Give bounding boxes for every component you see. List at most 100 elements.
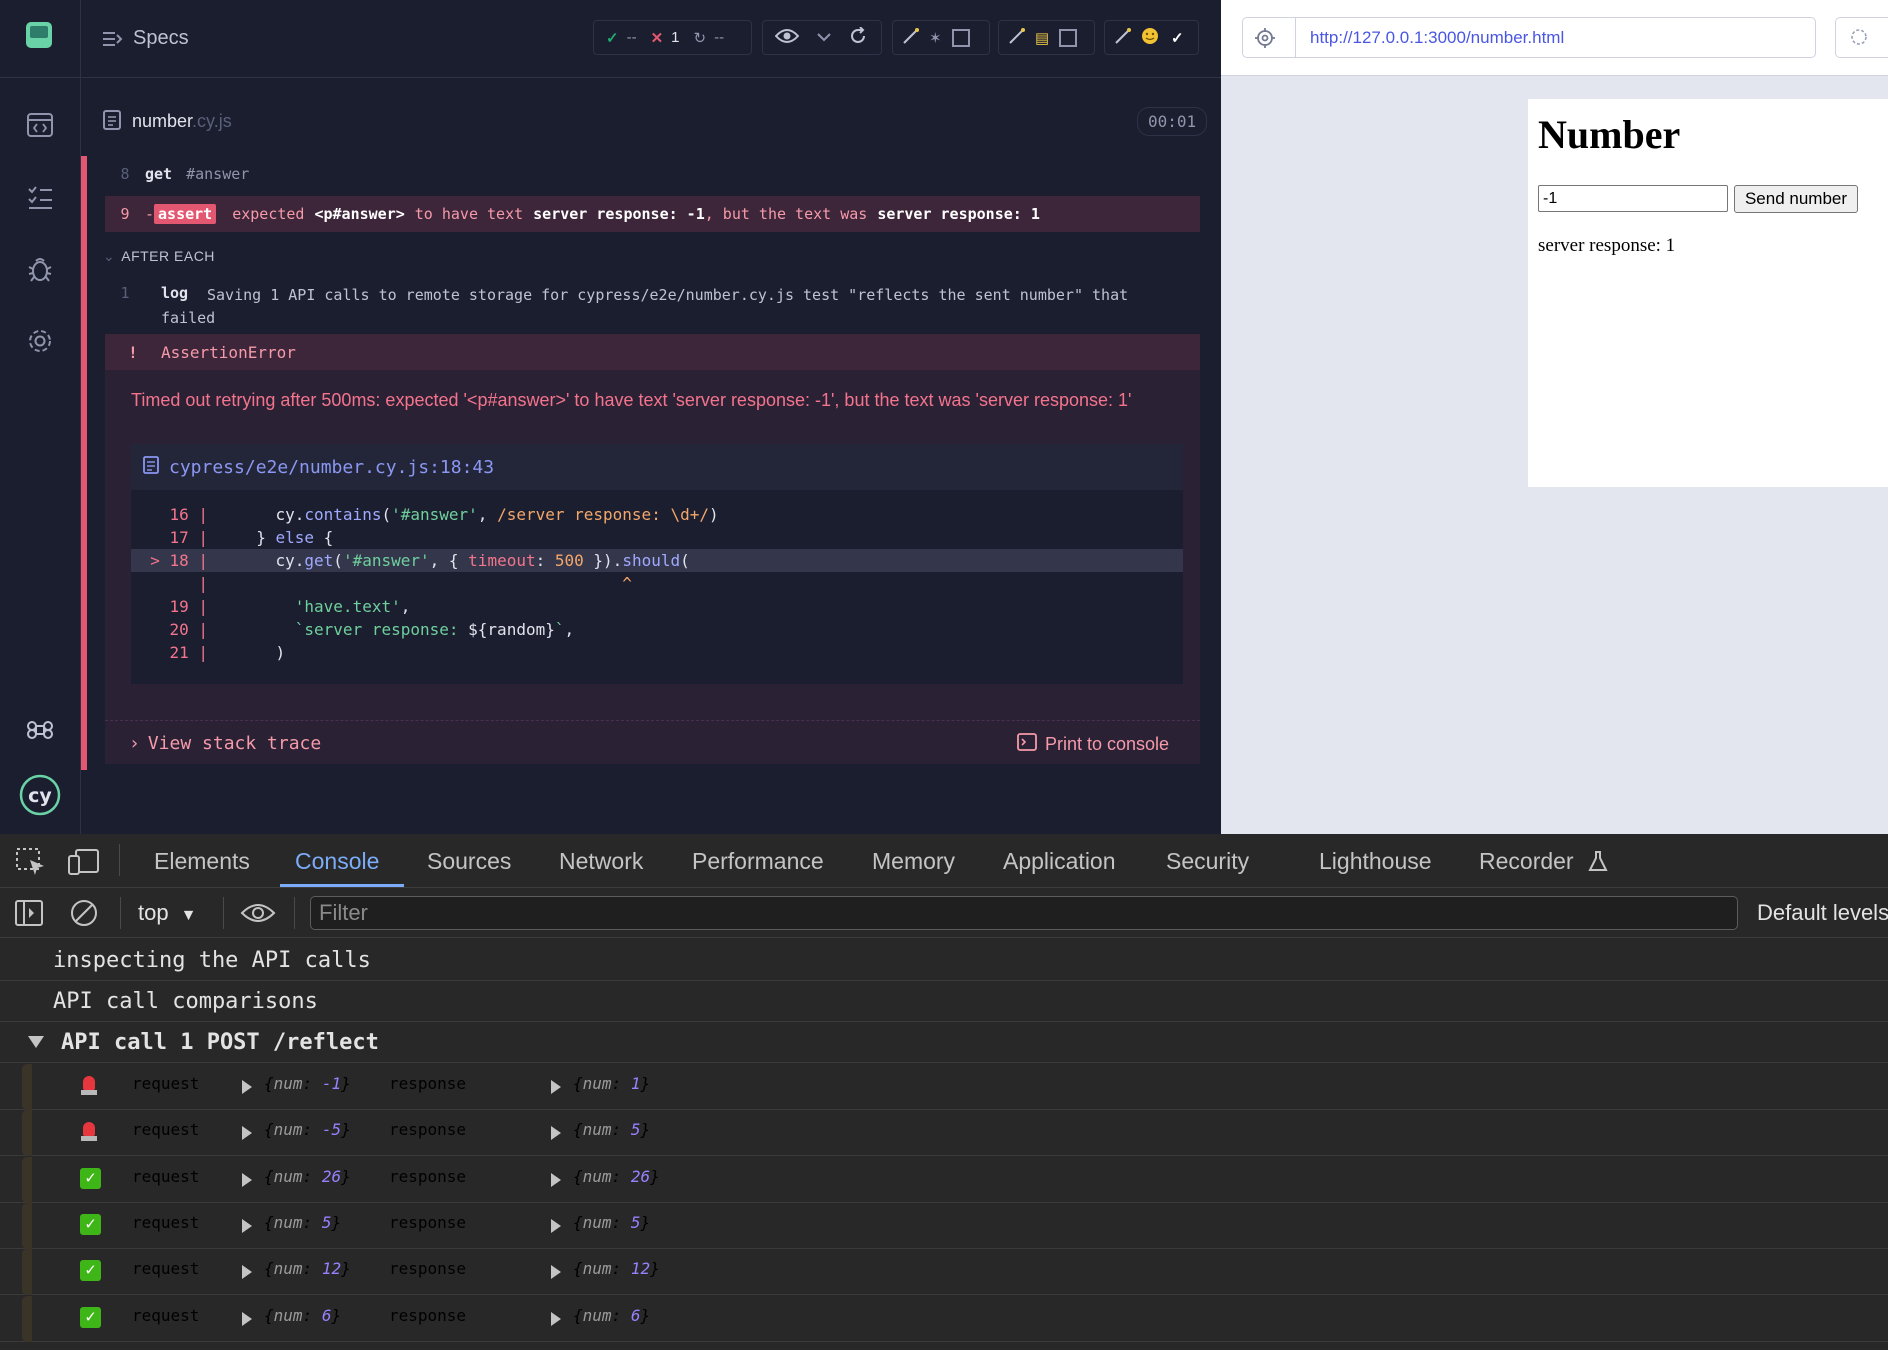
response-object[interactable]: {num: 5} — [573, 1120, 650, 1139]
tab-divider — [119, 844, 120, 876]
command-row-failed-assert[interactable]: 9 - assert expected <p#answer> to have t… — [105, 196, 1200, 232]
print-to-console-button[interactable]: Print to console — [1017, 733, 1169, 756]
specs-title[interactable]: Specs — [133, 27, 189, 50]
expand-response-triangle-icon[interactable] — [551, 1218, 561, 1233]
tab-recorder[interactable]: Recorder — [1479, 848, 1608, 875]
sidebar-toggle-icon[interactable] — [15, 900, 43, 931]
response-object[interactable]: {num: 1} — [573, 1074, 650, 1093]
request-label: request — [132, 1259, 200, 1279]
settings-gear-icon[interactable] — [24, 325, 56, 357]
response-label: response — [389, 1166, 467, 1186]
selector-playground-group-1: ✶ — [892, 20, 990, 55]
specs-nav-icon[interactable] — [24, 109, 56, 141]
expand-request-triangle-icon[interactable] — [242, 1172, 252, 1187]
after-each-label: AFTER EACH — [121, 248, 215, 264]
eye-icon[interactable] — [774, 28, 800, 48]
url-divider — [1295, 18, 1296, 57]
devtools-panel: Elements Console Sources Network Perform… — [0, 834, 1888, 1350]
check-mark-icon: ✓ — [80, 1167, 101, 1189]
checkbox-icon-2[interactable] — [1059, 28, 1078, 47]
crosshair-icon[interactable] — [1255, 28, 1275, 53]
response-num: 12 — [630, 1259, 651, 1279]
console-message-text: API call comparisons — [53, 989, 318, 1014]
command-row-log[interactable]: 1 log Saving 1 API calls to remote stora… — [105, 276, 1200, 330]
check-icon[interactable]: ✓ — [1171, 29, 1184, 47]
keyboard-shortcuts-icon[interactable] — [24, 714, 56, 746]
specs-list-icon[interactable] — [101, 30, 123, 53]
project-logo-icon[interactable] — [26, 22, 52, 48]
api-call-row: ✓ request {num: 12} response {num: 12} — [0, 1249, 1888, 1296]
console-group-label: API call 1 POST /reflect — [61, 1030, 379, 1055]
aut-url-bar[interactable]: http://127.0.0.1:3000/number.html — [1242, 17, 1816, 58]
response-num: 5 — [630, 1120, 641, 1140]
after-each-hook-header[interactable]: ⌄ AFTER EACH — [103, 248, 215, 265]
send-number-button[interactable]: Send number — [1734, 185, 1858, 213]
magic-wand-icon-2[interactable] — [1007, 26, 1027, 50]
expand-response-triangle-icon[interactable] — [551, 1172, 561, 1187]
selector-playground-group-2: ▤ — [998, 20, 1095, 55]
code-frame-file-link[interactable]: cypress/e2e/number.cy.js:18:43 — [131, 444, 1183, 490]
cypress-logo-icon[interactable]: cy — [19, 774, 61, 816]
api-call-row: request {num: -5} response {num: 5} — [0, 1110, 1888, 1157]
error-alert-icon: ! — [128, 342, 138, 362]
clear-console-icon[interactable] — [70, 899, 98, 932]
rerun-icon[interactable] — [849, 25, 867, 49]
response-object[interactable]: {num: 6} — [573, 1306, 650, 1325]
console-group-header[interactable]: API call 1 POST /reflect — [0, 1022, 1888, 1063]
number-input[interactable] — [1538, 185, 1728, 212]
row-gutter — [22, 1156, 32, 1203]
tab-performance[interactable]: Performance — [692, 848, 824, 875]
context-selector[interactable]: top ▼ — [138, 900, 196, 926]
expand-response-triangle-icon[interactable] — [551, 1080, 561, 1094]
aut-url[interactable]: http://127.0.0.1:3000/number.html — [1310, 28, 1564, 48]
response-object[interactable]: {num: 5} — [573, 1213, 650, 1232]
request-object[interactable]: {num: 5} — [264, 1213, 341, 1232]
spec-filename[interactable]: number.cy.js — [132, 111, 232, 132]
response-num: 1 — [630, 1074, 641, 1093]
tab-application[interactable]: Application — [1003, 848, 1116, 875]
expand-response-triangle-icon[interactable] — [551, 1311, 561, 1326]
expand-response-triangle-icon[interactable] — [551, 1126, 561, 1141]
checkbox-icon[interactable] — [951, 28, 970, 47]
live-expression-eye-icon[interactable] — [240, 902, 276, 929]
expand-request-triangle-icon[interactable] — [242, 1080, 252, 1094]
request-object[interactable]: {num: -5} — [264, 1120, 351, 1139]
log-levels-dropdown[interactable]: Default levels — [1757, 900, 1888, 926]
console-message: API call comparisons — [0, 981, 1888, 1022]
debug-bug-icon[interactable] — [24, 253, 56, 285]
request-object[interactable]: {num: 26} — [264, 1167, 351, 1186]
console-filter-input[interactable] — [311, 897, 1737, 929]
view-stack-trace-toggle[interactable]: › View stack trace — [129, 733, 321, 754]
request-object[interactable]: {num: 12} — [264, 1259, 351, 1278]
request-object[interactable]: {num: 6} — [264, 1306, 341, 1325]
magic-wand-icon-3[interactable] — [1113, 26, 1133, 50]
browser-menu-button[interactable] — [1835, 17, 1888, 58]
command-row-get[interactable]: 8 get #answer — [105, 156, 1200, 192]
code-line-caret: | ^ — [131, 574, 632, 593]
command-message: #answer — [186, 165, 250, 183]
expand-request-triangle-icon[interactable] — [242, 1126, 252, 1141]
expand-response-triangle-icon[interactable] — [551, 1265, 561, 1280]
request-object[interactable]: {num: -1} — [264, 1074, 351, 1093]
tab-network[interactable]: Network — [559, 848, 643, 875]
device-toolbar-icon[interactable] — [68, 848, 100, 881]
runs-nav-icon[interactable] — [24, 181, 56, 213]
active-tab-indicator — [280, 884, 404, 887]
tab-security[interactable]: Security — [1166, 848, 1249, 875]
tab-sources[interactable]: Sources — [427, 848, 511, 875]
tab-elements[interactable]: Elements — [154, 848, 250, 875]
inspect-element-icon[interactable] — [16, 848, 46, 881]
tab-console[interactable]: Console — [295, 848, 379, 875]
response-object[interactable]: {num: 12} — [573, 1259, 660, 1278]
chevron-down-icon[interactable] — [817, 29, 831, 46]
siren-icon — [81, 1076, 97, 1098]
assert-subject: <p#answer> — [314, 205, 405, 223]
expand-request-triangle-icon[interactable] — [242, 1265, 252, 1280]
magic-wand-icon[interactable] — [901, 26, 921, 50]
tab-memory[interactable]: Memory — [872, 848, 955, 875]
expand-request-triangle-icon[interactable] — [242, 1218, 252, 1233]
expand-request-triangle-icon[interactable] — [242, 1311, 252, 1326]
response-num: 6 — [630, 1305, 641, 1325]
response-object[interactable]: {num: 26} — [573, 1167, 660, 1186]
tab-lighthouse[interactable]: Lighthouse — [1319, 848, 1432, 875]
